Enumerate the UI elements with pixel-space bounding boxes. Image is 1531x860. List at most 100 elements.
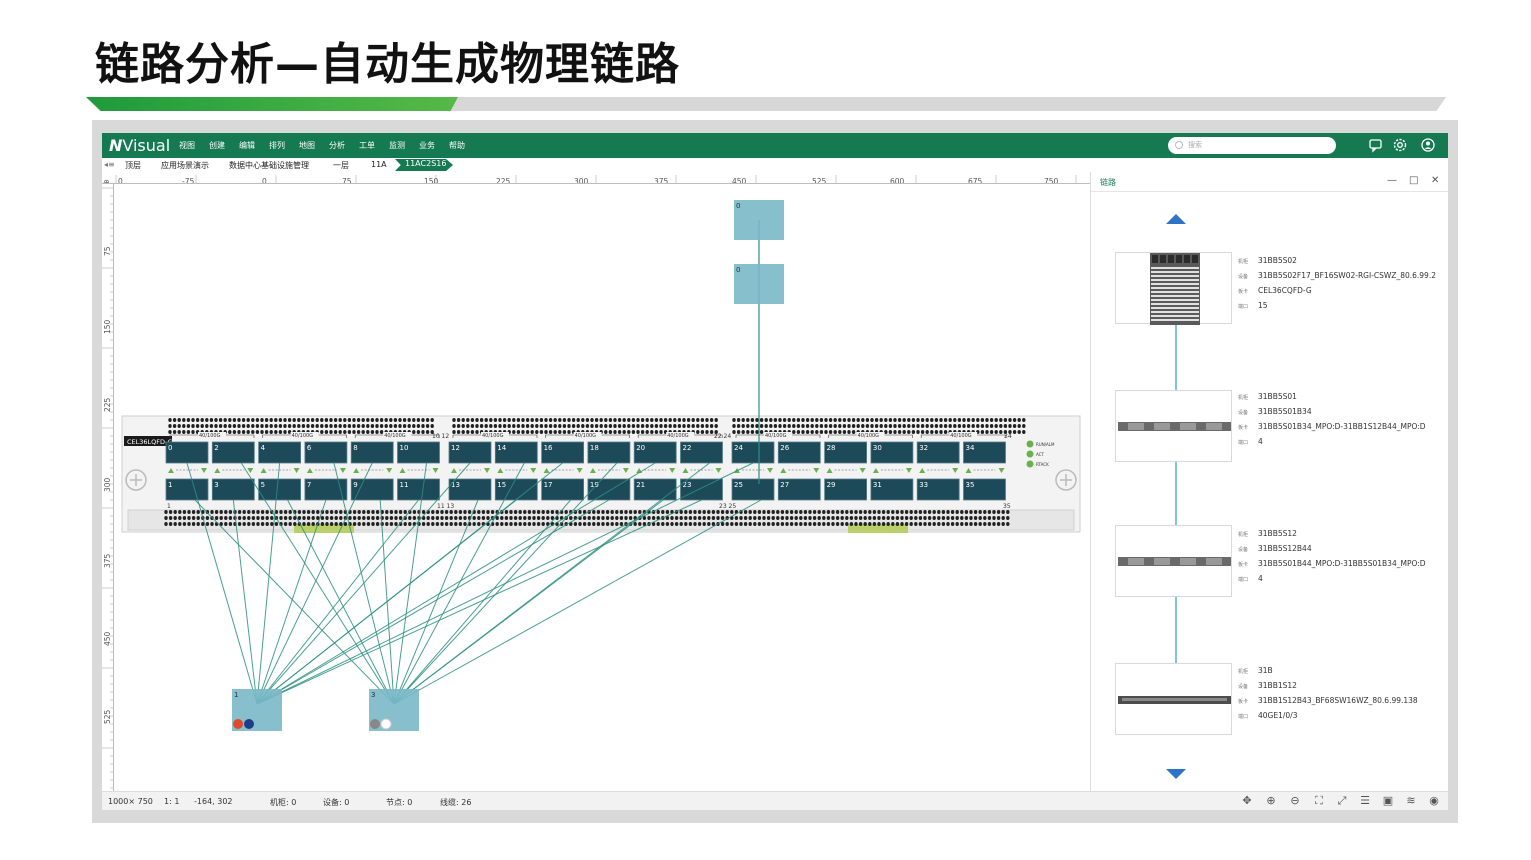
topology-canvas[interactable]: CEL36LQFD-G 0 1 40/100G 2 3 4 5 40/100G 6 7 8 9 40/1… bbox=[114, 184, 1090, 791]
horizontal-ruler: 0 -75 0 75 150 225 300 375 450 525 600 675 750 ⊕ bbox=[102, 172, 1090, 184]
port-bottom[interactable]: 21 bbox=[633, 478, 677, 501]
port-top[interactable]: 12 bbox=[448, 441, 492, 464]
settings-icon[interactable] bbox=[1392, 137, 1408, 153]
port-bottom[interactable]: 31 bbox=[870, 478, 914, 501]
chain-node-box[interactable] bbox=[1115, 390, 1232, 462]
close-button[interactable]: ✕ bbox=[1431, 175, 1439, 186]
port-top[interactable]: 16 bbox=[541, 441, 585, 464]
port-bottom[interactable]: 15 bbox=[494, 478, 538, 501]
card-bottom-rail bbox=[127, 509, 1075, 531]
chain-node-box[interactable] bbox=[1115, 525, 1232, 597]
port-label: 2 bbox=[214, 444, 218, 452]
group-label: 22 24 bbox=[714, 433, 731, 440]
list-icon[interactable]: ☰ bbox=[1358, 794, 1372, 808]
port-label: 21 bbox=[636, 481, 645, 489]
port-top[interactable]: 4 bbox=[258, 441, 302, 464]
ruler-label: 750 bbox=[1044, 177, 1059, 184]
speed-label: 40/100G bbox=[765, 433, 787, 439]
port-label: 9 bbox=[353, 481, 357, 489]
zoom-out-icon[interactable]: ⊖ bbox=[1288, 794, 1302, 808]
chat-icon[interactable] bbox=[1368, 137, 1384, 153]
port-bottom[interactable]: 11 bbox=[397, 478, 440, 501]
port-bottom[interactable]: 35 bbox=[963, 478, 1006, 501]
port-top[interactable]: 8 bbox=[350, 441, 394, 464]
menu-edit[interactable]: 编辑 bbox=[239, 140, 255, 151]
scroll-up-arrow-icon[interactable] bbox=[1166, 214, 1186, 224]
title-accent-bar bbox=[86, 97, 458, 111]
minimize-button[interactable]: — bbox=[1387, 175, 1397, 186]
collapse-icon[interactable]: ◂≡ bbox=[104, 160, 115, 169]
port-bottom[interactable]: 9 bbox=[350, 478, 394, 501]
port-top[interactable]: 18 bbox=[587, 441, 631, 464]
menu-arrange[interactable]: 排列 bbox=[269, 140, 285, 151]
fit-screen-icon[interactable]: ⛶ bbox=[1312, 794, 1326, 808]
menu-monitor[interactable]: 监测 bbox=[389, 140, 405, 151]
port-top[interactable]: 28 bbox=[824, 441, 867, 464]
globe-icon[interactable]: ◉ bbox=[1427, 794, 1441, 808]
floating-node[interactable]: 0 bbox=[734, 264, 784, 304]
port-top[interactable]: 14 bbox=[494, 441, 538, 464]
port-label: 11 bbox=[400, 481, 409, 489]
port-top[interactable]: 10 bbox=[397, 441, 440, 464]
port-top[interactable]: 22 bbox=[680, 441, 723, 464]
port-bottom[interactable]: 23 bbox=[680, 478, 723, 501]
port-bottom[interactable]: 33 bbox=[916, 478, 960, 501]
port-top[interactable]: 2 bbox=[211, 441, 255, 464]
breadcrumb-item[interactable]: 11A bbox=[371, 160, 387, 169]
pan-icon[interactable]: ✥ bbox=[1240, 794, 1254, 808]
menu-analysis[interactable]: 分析 bbox=[329, 140, 345, 151]
port-top[interactable]: 24 bbox=[731, 441, 775, 464]
port-label: 4 bbox=[261, 444, 266, 452]
port-bottom[interactable]: 17 bbox=[541, 478, 585, 501]
port-label: 17 bbox=[544, 481, 553, 489]
port-bottom[interactable]: 3 bbox=[211, 478, 255, 501]
breadcrumb-item[interactable]: 一层 bbox=[333, 160, 349, 171]
port-bottom[interactable]: 13 bbox=[448, 478, 492, 501]
chain-node-info: 机柜 31B 设备 31BB1S12 板卡 31BB1S12B43_BF68SW16W… bbox=[1238, 666, 1418, 720]
chain-node-box[interactable] bbox=[1115, 252, 1232, 325]
menu-workorder[interactable]: 工单 bbox=[359, 140, 375, 151]
port-top[interactable]: 30 bbox=[870, 441, 914, 464]
port-top[interactable]: 34 bbox=[963, 441, 1006, 464]
user-icon[interactable] bbox=[1420, 137, 1436, 153]
maximize-button[interactable]: □ bbox=[1409, 175, 1418, 186]
ruler-label: 675 bbox=[968, 177, 983, 184]
breadcrumb-item[interactable]: 数据中心基础设施管理 bbox=[229, 160, 309, 171]
menu-help[interactable]: 帮助 bbox=[449, 140, 465, 151]
chain-node-box[interactable] bbox=[1115, 663, 1232, 735]
scroll-down-arrow-icon[interactable] bbox=[1166, 769, 1186, 779]
port-bottom[interactable]: 1 bbox=[165, 478, 209, 501]
port-top[interactable]: 20 bbox=[633, 441, 677, 464]
port-bottom[interactable]: 25 bbox=[731, 478, 775, 501]
floating-node[interactable]: 0 bbox=[734, 200, 784, 240]
port-top[interactable]: 26 bbox=[777, 441, 821, 464]
port-label: 12 bbox=[451, 444, 460, 452]
menu-create[interactable]: 创建 bbox=[209, 140, 225, 151]
ruler-label: 75 bbox=[342, 177, 352, 184]
logo-n: N bbox=[109, 136, 123, 155]
port-bottom[interactable]: 29 bbox=[824, 478, 867, 501]
breadcrumb-active[interactable]: 11AC2S16 bbox=[395, 159, 453, 171]
menu-business[interactable]: 业务 bbox=[419, 140, 435, 151]
node-cabinet: 31BB5S12 bbox=[1258, 529, 1297, 538]
led-label: RTACK bbox=[1036, 462, 1049, 467]
port-label: 28 bbox=[827, 444, 836, 452]
search-placeholder: 搜索 bbox=[1188, 141, 1202, 149]
layers-icon[interactable]: ≋ bbox=[1404, 794, 1418, 808]
layout-icon[interactable]: ▣ bbox=[1381, 794, 1395, 808]
search-input[interactable]: 搜索 bbox=[1168, 137, 1336, 154]
port-top[interactable]: 6 bbox=[304, 441, 348, 464]
zoom-in-icon[interactable]: ⊕ bbox=[1264, 794, 1278, 808]
menu-view[interactable]: 视图 bbox=[179, 140, 195, 151]
status-led: ACT bbox=[1026, 450, 1044, 458]
breadcrumb-item[interactable]: 应用场景演示 bbox=[161, 160, 209, 171]
port-top[interactable]: 0 bbox=[165, 441, 209, 464]
node-label: 0 bbox=[736, 202, 740, 210]
node-port: 40GE1/0/3 bbox=[1258, 711, 1298, 720]
port-top[interactable]: 32 bbox=[916, 441, 960, 464]
fullscreen-icon[interactable]: ⤢ bbox=[1335, 794, 1349, 808]
breadcrumb-item[interactable]: 顶层 bbox=[125, 160, 141, 171]
port-bottom[interactable]: 27 bbox=[777, 478, 821, 501]
menu-map[interactable]: 地图 bbox=[299, 140, 315, 151]
port-bottom[interactable]: 5 bbox=[258, 478, 302, 501]
